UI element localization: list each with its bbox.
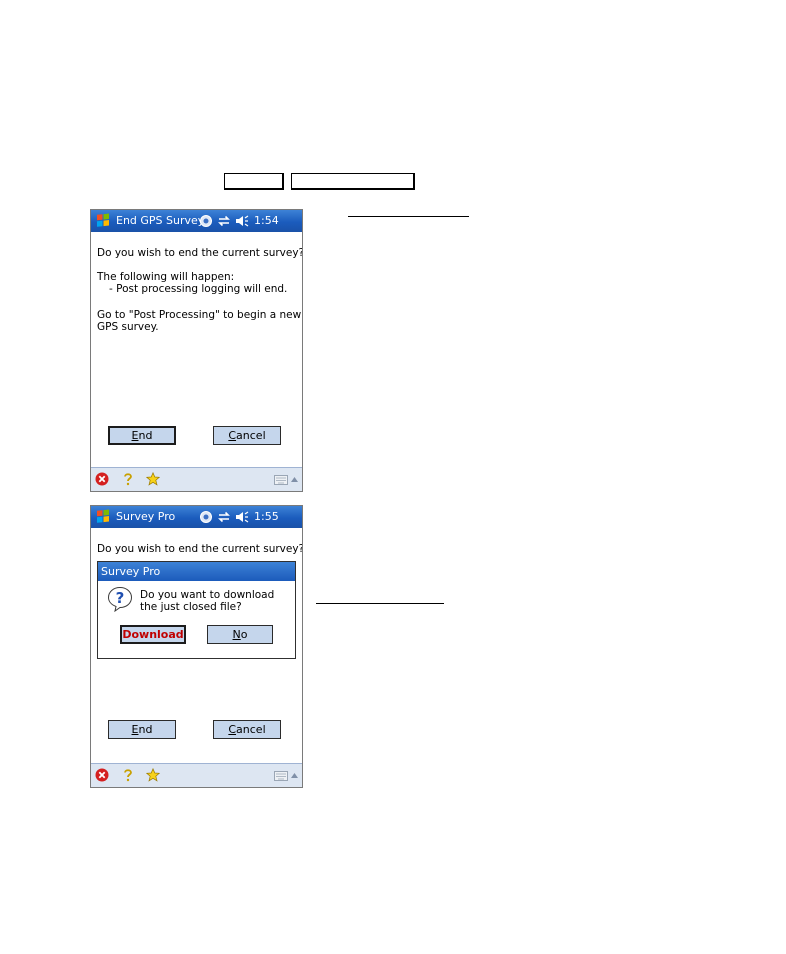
dialog-message-line-2: the just closed file? [140, 601, 242, 613]
help-icon[interactable] [121, 768, 135, 782]
end-button-label: nd [138, 429, 153, 442]
close-icon[interactable] [95, 768, 109, 782]
dialog-title: Survey Pro [98, 562, 295, 581]
cancel-button[interactable]: Cancel [213, 426, 281, 445]
no-button-label: o [240, 628, 248, 641]
window-title: End GPS Survey [116, 214, 205, 227]
keyboard-icon[interactable] [274, 475, 288, 485]
end-button-label: nd [138, 723, 153, 736]
no-button-mnemonic: N [232, 628, 241, 641]
keyboard-icon[interactable] [274, 771, 288, 781]
speaker-icon[interactable] [235, 510, 249, 524]
question-icon: ? [107, 586, 133, 612]
windows-flag-icon[interactable] [95, 509, 111, 525]
doc-underline-middle [316, 603, 444, 604]
consequence-item: - Post processing logging will end. [109, 283, 288, 295]
dialog-message: Do you want to download the just closed … [140, 589, 274, 613]
consequence-heading: The following will happen: [97, 271, 235, 283]
instruction-line-2: GPS survey. [97, 321, 159, 333]
cancel-button-label: ancel [236, 723, 266, 736]
connectivity-icon[interactable] [199, 510, 213, 524]
end-button[interactable]: End [108, 720, 176, 739]
doc-underline-top [348, 216, 469, 217]
prompt-text: Do you wish to end the current survey? [97, 543, 303, 555]
cancel-button-mnemonic: C [228, 429, 237, 442]
clock[interactable]: 1:55 [254, 510, 279, 523]
close-icon[interactable] [95, 472, 109, 486]
clock[interactable]: 1:54 [254, 214, 279, 227]
download-button[interactable]: Download [120, 625, 186, 644]
cancel-button[interactable]: Cancel [213, 720, 281, 739]
svg-text:?: ? [116, 589, 125, 607]
star-icon[interactable] [146, 768, 160, 782]
dialog-message-line-1: Do you want to download [140, 589, 275, 601]
connectivity-icon[interactable] [199, 214, 213, 228]
title-bar: Survey Pro 1:55 [91, 506, 302, 528]
bottom-toolbar [91, 467, 302, 491]
speaker-icon[interactable] [235, 214, 249, 228]
star-icon[interactable] [146, 472, 160, 486]
pda-screen-end-gps-survey: End GPS Survey 1:54 Do you wish to end t… [90, 209, 303, 492]
bottom-toolbar [91, 763, 302, 787]
window-title: Survey Pro [116, 510, 176, 523]
sync-arrows-icon[interactable] [217, 214, 231, 228]
download-dialog: Survey Pro ? Do you want to download the… [97, 561, 296, 659]
cancel-button-label: ancel [236, 429, 266, 442]
keyboard-arrow-icon[interactable] [291, 477, 298, 482]
instruction-line-1: Go to "Post Processing" to begin a new [97, 309, 302, 321]
prompt-text: Do you wish to end the current survey? [97, 247, 303, 259]
doc-button-right [291, 173, 415, 190]
sync-arrows-icon[interactable] [217, 510, 231, 524]
title-bar: End GPS Survey 1:54 [91, 210, 302, 232]
end-button[interactable]: End [108, 426, 176, 445]
pda-screen-survey-pro: Survey Pro 1:55 Do you wish to end the c… [90, 505, 303, 788]
windows-flag-icon[interactable] [95, 213, 111, 229]
cancel-button-mnemonic: C [228, 723, 237, 736]
doc-button-left [224, 173, 284, 190]
help-icon[interactable] [121, 472, 135, 486]
no-button[interactable]: No [207, 625, 273, 644]
keyboard-arrow-icon[interactable] [291, 773, 298, 778]
